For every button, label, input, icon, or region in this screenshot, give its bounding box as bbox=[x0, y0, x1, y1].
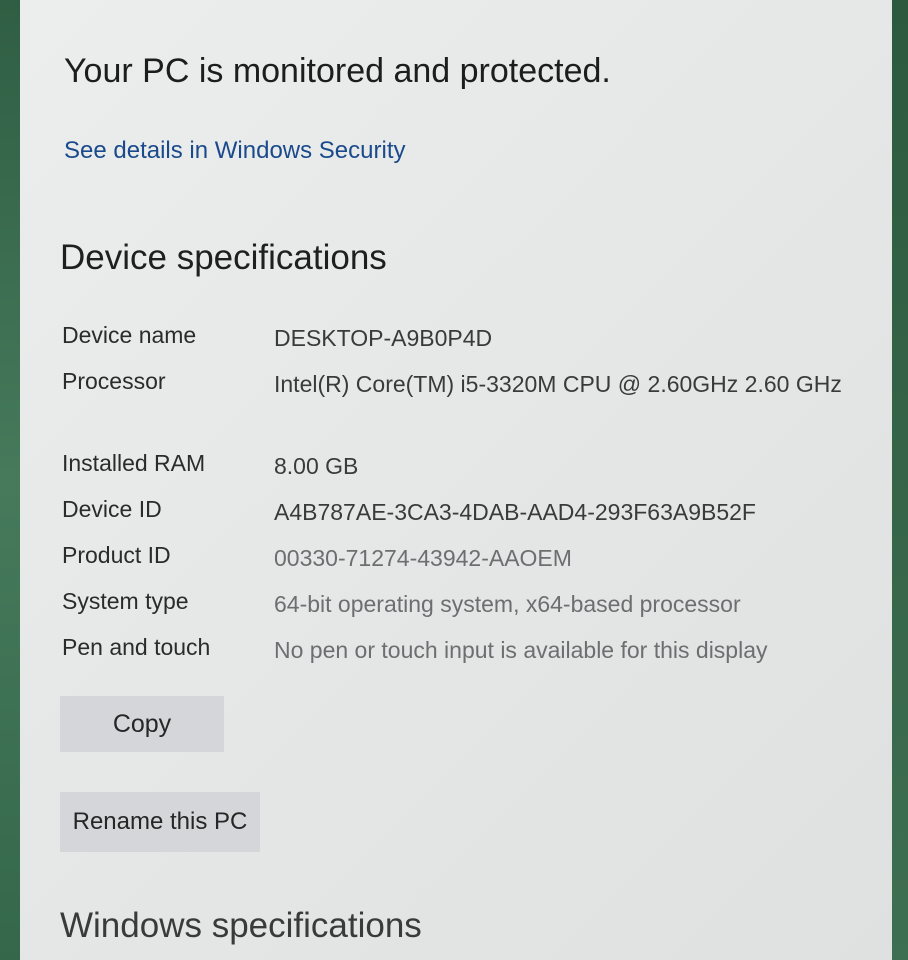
spec-value-pen-and-touch: No pen or touch input is available for t… bbox=[274, 637, 768, 663]
spec-value-product-id: 00330-71274-43942-AAOEM bbox=[274, 545, 572, 571]
spec-label: Installed RAM bbox=[62, 450, 206, 476]
settings-about-page: About Your PC is monitored and protected… bbox=[20, 0, 892, 960]
spec-value-installed-ram: 8.00 GB bbox=[274, 453, 359, 479]
spec-label: Pen and touch bbox=[62, 634, 211, 660]
device-specifications-heading: Device specifications bbox=[60, 238, 387, 277]
desktop-background-left bbox=[0, 0, 20, 960]
windows-specifications-heading: Windows specifications bbox=[60, 906, 422, 945]
spec-value-system-type: 64-bit operating system, x64-based proce… bbox=[274, 591, 741, 617]
spec-value-device-id: A4B787AE-3CA3-4DAB-AAD4-293F63A9B52F bbox=[274, 499, 756, 525]
spec-value-processor: Intel(R) Core(TM) i5-3320M CPU @ 2.60GHz… bbox=[274, 371, 842, 397]
spec-label: Product ID bbox=[62, 542, 171, 568]
rename-pc-button[interactable]: Rename this PC bbox=[60, 792, 260, 852]
spec-label: Processor bbox=[62, 368, 166, 394]
spec-value-device-name: DESKTOP-A9B0P4D bbox=[274, 325, 493, 351]
spec-label: Device ID bbox=[62, 496, 162, 522]
windows-security-link[interactable]: See details in Windows Security bbox=[64, 137, 405, 165]
desktop-background-right bbox=[892, 0, 908, 960]
page-title: About bbox=[64, 0, 191, 10]
spec-label: Device name bbox=[62, 322, 197, 348]
spec-label: System type bbox=[62, 588, 189, 614]
copy-button[interactable]: Copy bbox=[60, 696, 224, 752]
protection-status: Your PC is monitored and protected. bbox=[64, 52, 611, 90]
